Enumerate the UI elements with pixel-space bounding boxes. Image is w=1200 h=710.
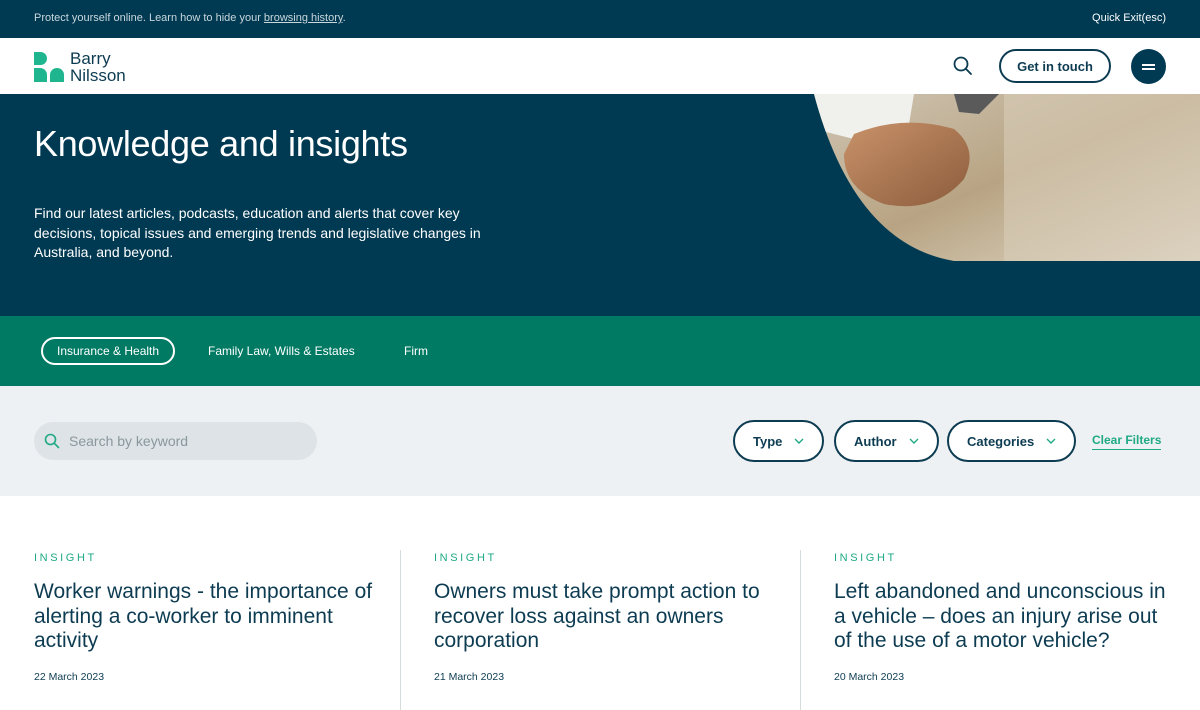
browsing-history-link[interactable]: browsing history — [264, 12, 343, 24]
author-filter-dropdown[interactable]: Author — [834, 420, 939, 462]
tab-firm[interactable]: Firm — [404, 337, 428, 365]
article-date: 20 March 2023 — [834, 671, 905, 683]
type-filter-label: Type — [753, 433, 783, 449]
chevron-down-icon — [1046, 438, 1056, 444]
categories-filter-dropdown[interactable]: Categories — [947, 420, 1077, 462]
article-title-link[interactable]: Left abandoned and unconscious in a vehi… — [834, 580, 1174, 654]
menu-icon[interactable] — [1131, 49, 1166, 84]
logo-mark-icon — [34, 52, 66, 82]
chevron-down-icon — [909, 438, 919, 444]
site-header: Barry Nilsson Get in touch — [0, 38, 1200, 94]
page-description: Find our latest articles, podcasts, educ… — [34, 205, 481, 260]
categories-filter-label: Categories — [967, 433, 1035, 449]
article-date: 21 March 2023 — [434, 671, 505, 683]
article-title-link[interactable]: Worker warnings - the importance of aler… — [34, 580, 374, 654]
search-input[interactable] — [69, 433, 289, 449]
search-field-icon — [44, 433, 60, 449]
search-field[interactable] — [34, 422, 317, 460]
article-card[interactable]: INSIGHT Worker warnings - the importance… — [34, 496, 400, 700]
tab-family-law-wills-estates[interactable]: Family Law, Wills & Estates — [208, 337, 355, 365]
category-tabs: Insurance & Health Family Law, Wills & E… — [0, 316, 1200, 386]
chevron-down-icon — [794, 438, 804, 444]
hero-handshake-image — [814, 94, 1200, 261]
page-title: Knowledge and insights — [34, 123, 408, 164]
type-filter-dropdown[interactable]: Type — [733, 420, 825, 462]
article-date: 22 March 2023 — [34, 671, 105, 683]
article-card[interactable]: INSIGHT Owners must take prompt action t… — [400, 496, 800, 710]
card-divider — [400, 550, 401, 710]
privacy-notice-end: . — [342, 12, 346, 24]
article-type: INSIGHT — [834, 552, 897, 564]
hero-banner: Knowledge and insights Find our latest a… — [0, 94, 1200, 316]
top-notice-bar: Protect yourself online. Learn how to hi… — [0, 0, 1200, 38]
clear-filters-link[interactable]: Clear Filters — [1092, 433, 1162, 450]
logo-text: Barry Nilsson — [70, 50, 126, 84]
article-card[interactable]: INSIGHT Left abandoned and unconscious i… — [800, 496, 1200, 710]
article-type: INSIGHT — [434, 552, 497, 564]
privacy-notice-text: Protect yourself online. Learn how to hi… — [34, 12, 264, 24]
article-list: INSIGHT Worker warnings - the importance… — [0, 496, 1200, 710]
card-divider — [800, 550, 801, 710]
get-in-touch-button[interactable]: Get in touch — [999, 49, 1111, 83]
search-icon[interactable] — [952, 55, 974, 77]
quick-exit-link[interactable]: Quick Exit(esc) — [1092, 12, 1166, 24]
filter-bar: Type Author Categories Clear Filters — [0, 386, 1200, 496]
tab-insurance-health[interactable]: Insurance & Health — [41, 337, 176, 365]
logo-line-1: Barry — [70, 49, 111, 68]
privacy-notice: Protect yourself online. Learn how to hi… — [34, 12, 346, 24]
article-type: INSIGHT — [34, 552, 97, 564]
author-filter-label: Author — [854, 433, 897, 449]
logo[interactable]: Barry Nilsson — [34, 50, 126, 84]
logo-line-2: Nilsson — [70, 66, 126, 85]
article-title-link[interactable]: Owners must take prompt action to recove… — [434, 580, 774, 654]
